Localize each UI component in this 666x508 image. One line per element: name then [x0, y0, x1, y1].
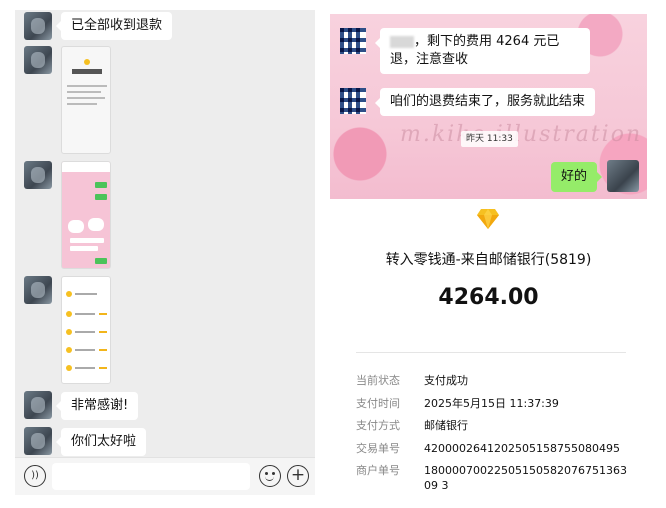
- text-line: [67, 91, 101, 93]
- green-bubble-mark: [95, 182, 107, 188]
- white-bubble-mark: [70, 238, 104, 243]
- avatar[interactable]: [24, 276, 52, 304]
- agent-message[interactable]: 咱们的退费结束了，服务就此结束: [374, 88, 596, 116]
- detail-value: 2025年5月15日 11:37:39: [424, 397, 559, 410]
- image-message-receipt[interactable]: [61, 46, 111, 154]
- text-line: [75, 331, 95, 333]
- green-bubble-mark: [95, 194, 107, 200]
- text-line: [75, 349, 95, 351]
- plus-icon[interactable]: +: [287, 465, 309, 487]
- avatar[interactable]: [24, 46, 52, 74]
- emoji-icon[interactable]: [259, 465, 281, 487]
- message-input[interactable]: [52, 463, 250, 490]
- amount-mark: [99, 349, 107, 351]
- chat-panel: 已全部收到退款 非常感谢! 你们太好啦)) +: [15, 10, 315, 495]
- detail-value: 支付成功: [424, 374, 468, 387]
- avatar[interactable]: [24, 427, 52, 455]
- amount-mark: [99, 331, 107, 333]
- my-message[interactable]: 好的: [551, 162, 603, 192]
- text-line: [75, 293, 97, 295]
- receipt-amount-mark: [72, 69, 102, 74]
- green-bubble-mark: [95, 258, 107, 264]
- payment-amount: 4264.00: [438, 285, 539, 310]
- avatar[interactable]: [24, 12, 52, 40]
- agent-message[interactable]: ，剩下的费用 4264 元已退，注意查收: [375, 28, 590, 74]
- my-avatar[interactable]: [607, 160, 639, 192]
- message-bubble[interactable]: 你们太好啦: [55, 428, 147, 456]
- coin-icon: [84, 59, 90, 65]
- voice-icon[interactable]: )): [24, 465, 46, 487]
- text-line: [75, 367, 95, 369]
- amount-mark: [99, 367, 107, 369]
- support-chat-screenshot: m.kiko illustration ，剩下的费用 4264 元已退，注意查收…: [330, 14, 647, 199]
- background-script-text: m.kiko illustration: [400, 122, 643, 147]
- detail-label: 支付方式: [356, 419, 400, 432]
- detail-label: 商户单号: [356, 464, 400, 477]
- character-mark: [68, 220, 84, 233]
- character-mark: [88, 218, 104, 231]
- payment-detail: 转入零钱通-来自邮储银行(5819) 4264.00 当前状态 支付成功 支付时…: [330, 199, 647, 499]
- coin-icon: [66, 311, 72, 317]
- message-bubble[interactable]: 已全部收到退款: [55, 12, 173, 40]
- text-line: [67, 85, 107, 87]
- coin-icon: [66, 347, 72, 353]
- text-line: [67, 103, 97, 105]
- avatar[interactable]: [24, 391, 52, 419]
- text-line: [75, 313, 95, 315]
- composite-screenshot: 已全部收到退款 非常感谢! 你们太好啦)) + m.kiko illustra…: [0, 0, 666, 508]
- payment-title: 转入零钱通-来自邮储银行(5819): [385, 252, 592, 268]
- detail-value[interactable]: 4200002641202505158755080495: [424, 441, 629, 456]
- message-text: ，剩下的费用 4264 元已退，注意查收: [390, 34, 560, 67]
- chat-input-bar: )) +: [15, 457, 315, 495]
- diamond-icon: [477, 209, 499, 229]
- white-bubble-mark: [70, 246, 98, 251]
- coin-icon: [66, 291, 72, 297]
- thumb-header: [62, 162, 110, 172]
- avatar[interactable]: [24, 161, 52, 189]
- agent-avatar[interactable]: [340, 88, 366, 114]
- divider: [356, 352, 626, 353]
- image-message-chat[interactable]: [61, 161, 111, 269]
- message-bubble[interactable]: 非常感谢!: [55, 392, 139, 420]
- blurred-name: [390, 35, 414, 48]
- agent-avatar[interactable]: [340, 28, 366, 54]
- coin-icon: [66, 329, 72, 335]
- detail-value: 邮储银行: [424, 419, 468, 432]
- text-line: [67, 97, 105, 99]
- coin-icon: [66, 365, 72, 371]
- detail-value[interactable]: 1800007002250515058207675136309 3: [424, 463, 629, 493]
- detail-label: 支付时间: [356, 397, 400, 410]
- timestamp: 昨天 11:33: [461, 131, 518, 147]
- image-message-bill-list[interactable]: [61, 276, 111, 384]
- detail-label: 当前状态: [356, 374, 400, 387]
- detail-label: 交易单号: [356, 442, 400, 455]
- amount-mark: [99, 313, 107, 315]
